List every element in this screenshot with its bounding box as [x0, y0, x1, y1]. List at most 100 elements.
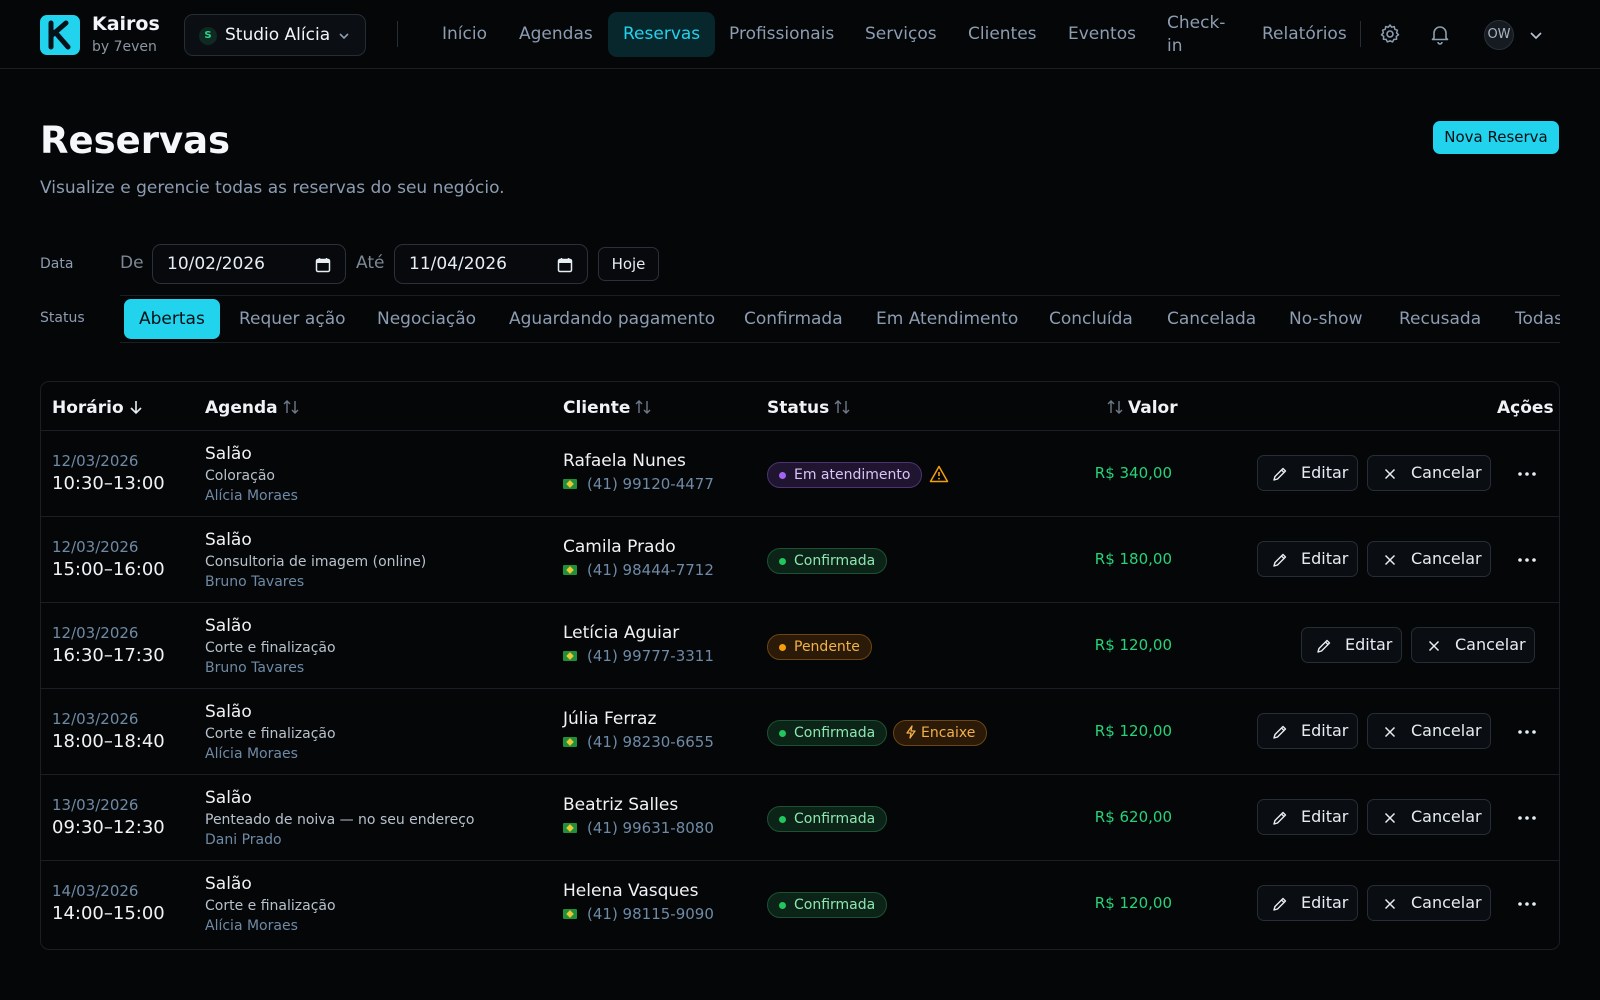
table-row[interactable]: 12/03/2026 15:00–16:00 Salão Consultoria de…	[41, 516, 1559, 602]
to-date-value: 11/04/2026	[409, 254, 507, 274]
client-phone[interactable]: (41) 99631-8080	[587, 819, 714, 837]
client-name[interactable]: Rafaela Nunes	[563, 451, 686, 471]
professional-name[interactable]: Bruno Tavares	[205, 574, 304, 590]
client-name[interactable]: Júlia Ferraz	[563, 709, 656, 729]
more-icon[interactable]	[1515, 723, 1539, 741]
professional-name[interactable]: Bruno Tavares	[205, 660, 304, 676]
client-name[interactable]: Camila Prado	[563, 537, 676, 557]
nav-item-servicos[interactable]: Serviços	[850, 12, 952, 57]
to-date-input[interactable]: 11/04/2026	[394, 244, 588, 284]
professional-name[interactable]: Alícia Moraes	[205, 746, 298, 762]
encaixe-badge: Encaixe	[893, 720, 988, 746]
avatar[interactable]: OW	[1484, 20, 1514, 50]
calendar-icon[interactable]	[557, 257, 573, 273]
column-header-agenda[interactable]: Agenda	[205, 398, 300, 418]
table-row[interactable]: 12/03/2026 18:00–18:40 Salão Corte e finali…	[41, 688, 1559, 774]
cancel-button[interactable]: Cancelar	[1367, 885, 1491, 921]
client-phone[interactable]: (41) 99777-3311	[587, 647, 714, 665]
status-tab-negociacao[interactable]: Negociação	[362, 299, 491, 339]
date-filter-label: Data	[40, 256, 74, 272]
bell-icon[interactable]	[1428, 22, 1452, 46]
status-badge: Em atendimento	[767, 462, 923, 488]
gear-icon[interactable]	[1378, 22, 1402, 46]
nav-item-agendas[interactable]: Agendas	[504, 12, 608, 57]
table-row[interactable]: 12/03/2026 10:30–13:00 Salão Coloração Alíci…	[41, 430, 1559, 516]
nav-item-inicio[interactable]: Início	[427, 12, 502, 57]
professional-name[interactable]: Alícia Moraes	[205, 488, 298, 504]
agenda-name: Salão	[205, 530, 252, 550]
nav-item-clientes[interactable]: Clientes	[953, 12, 1052, 57]
agenda-name: Salão	[205, 616, 252, 636]
bolt-icon	[906, 725, 916, 739]
client-phone[interactable]: (41) 98115-9090	[587, 905, 714, 923]
client-name[interactable]: Helena Vasques	[563, 881, 699, 901]
column-header-cliente[interactable]: Cliente	[563, 398, 652, 418]
nav-item-reservas[interactable]: Reservas	[608, 12, 716, 57]
nav-item-eventos[interactable]: Eventos	[1053, 12, 1151, 57]
column-header-horario[interactable]: Horário	[52, 398, 144, 418]
status-badge: Confirmada	[767, 806, 888, 832]
more-icon[interactable]	[1515, 895, 1539, 913]
status-filter-label: Status	[40, 310, 85, 326]
status-tab-no-show[interactable]: No-show	[1274, 299, 1378, 339]
edit-button[interactable]: Editar	[1257, 455, 1358, 491]
column-header-status[interactable]: Status	[767, 398, 851, 418]
k-logo-icon[interactable]	[40, 15, 80, 55]
cancel-button[interactable]: Cancelar	[1411, 627, 1535, 663]
studio-selector[interactable]: S Studio Alícia	[184, 14, 366, 56]
nav-item-profissionais[interactable]: Profissionais	[714, 12, 849, 57]
pencil-icon	[1273, 553, 1287, 567]
cancel-button-label: Cancelar	[1411, 893, 1482, 912]
flag-icon	[563, 737, 577, 747]
sort-icon	[635, 400, 651, 414]
status-tab-concluida[interactable]: Concluída	[1034, 299, 1148, 339]
client-phone[interactable]: (41) 98444-7712	[587, 561, 714, 579]
table-row[interactable]: 13/03/2026 09:30–12:30 Salão Penteado de no…	[41, 774, 1559, 860]
status-tab-abertas[interactable]: Abertas	[124, 299, 220, 339]
status-tab-confirmada[interactable]: Confirmada	[729, 299, 858, 339]
table-row[interactable]: 12/03/2026 16:30–17:30 Salão Corte e finali…	[41, 602, 1559, 688]
service-name: Corte e finalização	[205, 898, 336, 914]
status-tab-aguardando-pagamento[interactable]: Aguardando pagamento	[494, 299, 730, 339]
status-tab-recusada[interactable]: Recusada	[1384, 299, 1496, 339]
more-icon[interactable]	[1515, 809, 1539, 827]
edit-button[interactable]: Editar	[1257, 713, 1358, 749]
client-phone[interactable]: (41) 99120-4477	[587, 475, 714, 493]
cancel-button[interactable]: Cancelar	[1367, 455, 1491, 491]
client-phone[interactable]: (41) 98230-6655	[587, 733, 714, 751]
edit-button[interactable]: Editar	[1301, 627, 1402, 663]
edit-button[interactable]: Editar	[1257, 885, 1358, 921]
nav-item-checkin[interactable]: Check-in	[1152, 12, 1228, 57]
status-tab-requer-acao[interactable]: Requer ação	[224, 299, 361, 339]
client-name[interactable]: Letícia Aguiar	[563, 623, 679, 643]
cancel-button-label: Cancelar	[1411, 807, 1482, 826]
studio-name: Studio Alícia	[225, 25, 331, 45]
reservation-value: R$ 120,00	[1094, 894, 1172, 912]
cancel-button[interactable]: Cancelar	[1367, 799, 1491, 835]
status-tab-em-atendimento[interactable]: Em Atendimento	[861, 299, 1033, 339]
today-button[interactable]: Hoje	[598, 247, 659, 281]
reservation-date: 12/03/2026	[52, 538, 139, 556]
from-label: De	[120, 253, 144, 273]
professional-name[interactable]: Alícia Moraes	[205, 918, 298, 934]
pencil-icon	[1273, 897, 1287, 911]
from-date-input[interactable]: 10/02/2026	[152, 244, 346, 284]
cancel-button[interactable]: Cancelar	[1367, 713, 1491, 749]
more-icon[interactable]	[1515, 465, 1539, 483]
nav-item-relatorios[interactable]: Relatórios	[1247, 12, 1362, 57]
new-reservation-button[interactable]: Nova Reserva	[1433, 121, 1559, 154]
edit-button[interactable]: Editar	[1257, 799, 1358, 835]
edit-button[interactable]: Editar	[1257, 541, 1358, 577]
calendar-icon[interactable]	[315, 257, 331, 273]
agenda-name: Salão	[205, 702, 252, 722]
status-tab-cancelada[interactable]: Cancelada	[1152, 299, 1271, 339]
client-name[interactable]: Beatriz Salles	[563, 795, 678, 815]
chevron-down-icon[interactable]	[1527, 26, 1545, 44]
more-icon[interactable]	[1515, 551, 1539, 569]
professional-name[interactable]: Dani Prado	[205, 832, 282, 848]
reservation-date: 12/03/2026	[52, 624, 139, 642]
column-header-valor[interactable]: Valor	[1106, 398, 1178, 418]
cancel-button[interactable]: Cancelar	[1367, 541, 1491, 577]
status-tab-todas[interactable]: Todas	[1500, 299, 1560, 339]
table-row[interactable]: 14/03/2026 14:00–15:00 Salão Corte e finali…	[41, 860, 1559, 946]
